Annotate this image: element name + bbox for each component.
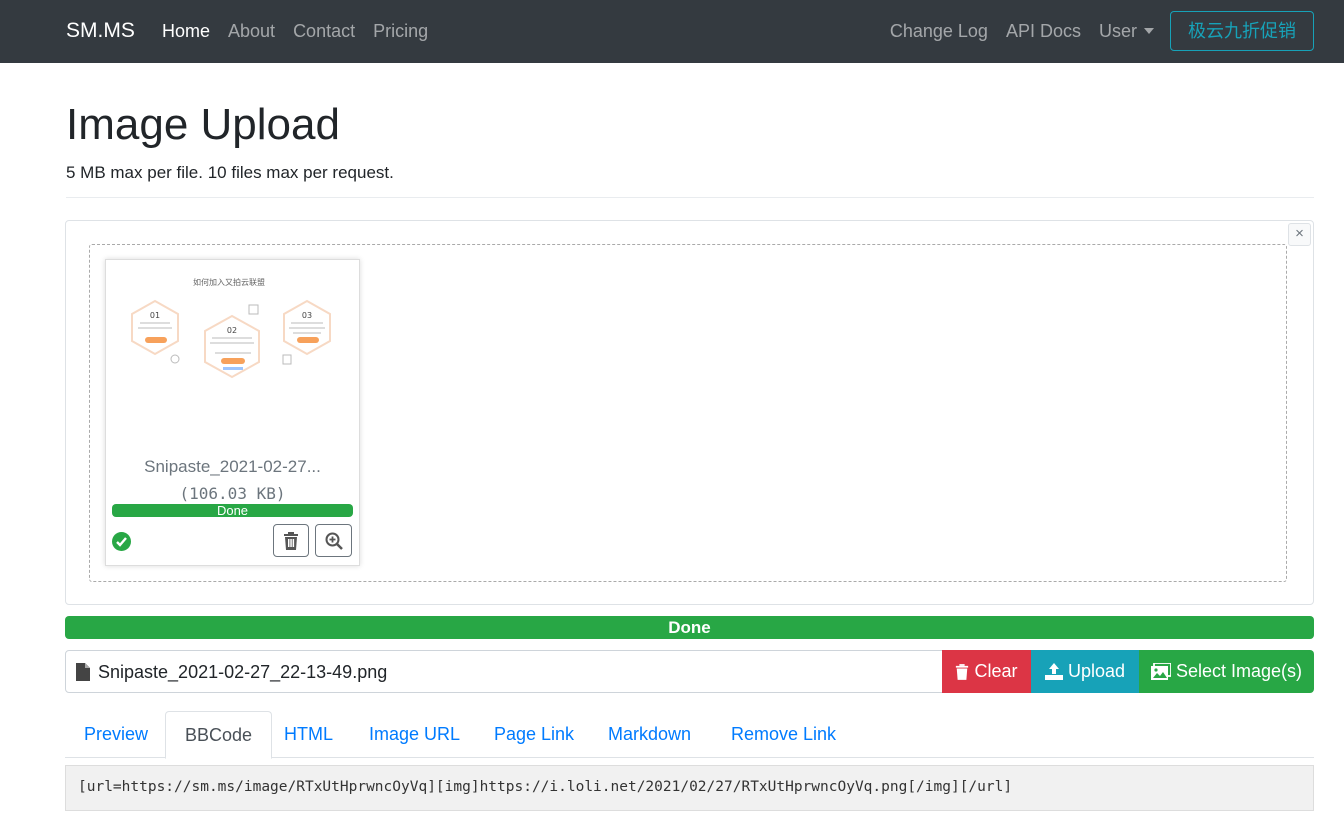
tab-remove-link[interactable]: Remove Link (712, 711, 855, 758)
tab-html[interactable]: HTML (265, 711, 352, 758)
divider (66, 197, 1314, 198)
caret-down-icon (1144, 28, 1154, 34)
tab-bbcode[interactable]: BBCode (165, 711, 273, 759)
file-input[interactable]: Snipaste_2021-02-27_22-13-49.png (65, 650, 943, 693)
check-circle-icon (112, 532, 131, 551)
nav-right: Change Log API Docs User (890, 21, 1154, 42)
tab-page-link[interactable]: Page Link (475, 711, 593, 758)
file-size: (106.03 KB) (179, 484, 286, 503)
thumbnail-step-2: 02 (227, 326, 237, 335)
clear-label: Clear (974, 661, 1018, 681)
upload-icon (1044, 663, 1063, 680)
nav-user-label: User (1098, 21, 1137, 41)
nav-api-docs[interactable]: API Docs (1006, 21, 1081, 42)
delete-button[interactable] (273, 524, 309, 557)
upload-label: Upload (1067, 661, 1126, 681)
tab-markdown[interactable]: Markdown (589, 711, 710, 758)
promo-button[interactable]: 极云九折促销 (1170, 11, 1314, 51)
page-subtitle: 5 MB max per file. 10 files max per requ… (66, 163, 394, 182)
file-input-value: Snipaste_2021-02-27_22-13-49.png (98, 662, 388, 682)
thumbnail-title: 如何加入又拍云联盟 (193, 277, 265, 287)
upload-progress-bar: Done (65, 616, 1314, 639)
tab-image-url[interactable]: Image URL (350, 711, 479, 758)
zoom-button[interactable] (315, 524, 352, 557)
thumbnail-step-1: 01 (150, 311, 160, 320)
navbar: SM.MS Home About Contact Pricing Change … (0, 0, 1344, 63)
page-title: Image Upload (66, 100, 340, 149)
close-icon[interactable]: × (1288, 223, 1311, 246)
images-icon (1150, 663, 1171, 680)
thumbnail-step-3: 03 (302, 311, 312, 320)
nav-contact[interactable]: Contact (293, 21, 355, 42)
file-progress-bar: Done (112, 504, 353, 517)
code-output[interactable]: [url=https://sm.ms/image/RTxUtHprwncOyVq… (65, 765, 1314, 811)
nav-pricing[interactable]: Pricing (373, 21, 428, 42)
select-images-label: Select Image(s) (1175, 661, 1303, 681)
file-preview-card: 如何加入又拍云联盟 01 02 03 Snipaste_2021-02-27..… (105, 259, 360, 566)
clear-button[interactable]: Clear (942, 650, 1031, 693)
brand-logo[interactable]: SM.MS (66, 19, 135, 43)
nav-about[interactable]: About (228, 21, 275, 42)
nav-change-log[interactable]: Change Log (890, 21, 988, 42)
nav-home[interactable]: Home (162, 21, 210, 42)
file-icon (76, 663, 90, 686)
trash-icon (956, 663, 969, 680)
nav-left: Home About Contact Pricing (162, 21, 428, 42)
trash-icon (284, 531, 298, 550)
zoom-in-icon (325, 532, 343, 550)
upload-button[interactable]: Upload (1031, 650, 1139, 693)
nav-user-dropdown[interactable]: User (1099, 21, 1154, 42)
select-images-button[interactable]: Select Image(s) (1139, 650, 1314, 693)
thumbnail-image: 如何加入又拍云联盟 01 02 03 (107, 261, 359, 441)
tab-preview[interactable]: Preview (65, 711, 167, 758)
file-name: Snipaste_2021-02-27... (144, 457, 321, 476)
result-tabs: Preview BBCode HTML Image URL Page Link … (65, 711, 1314, 759)
